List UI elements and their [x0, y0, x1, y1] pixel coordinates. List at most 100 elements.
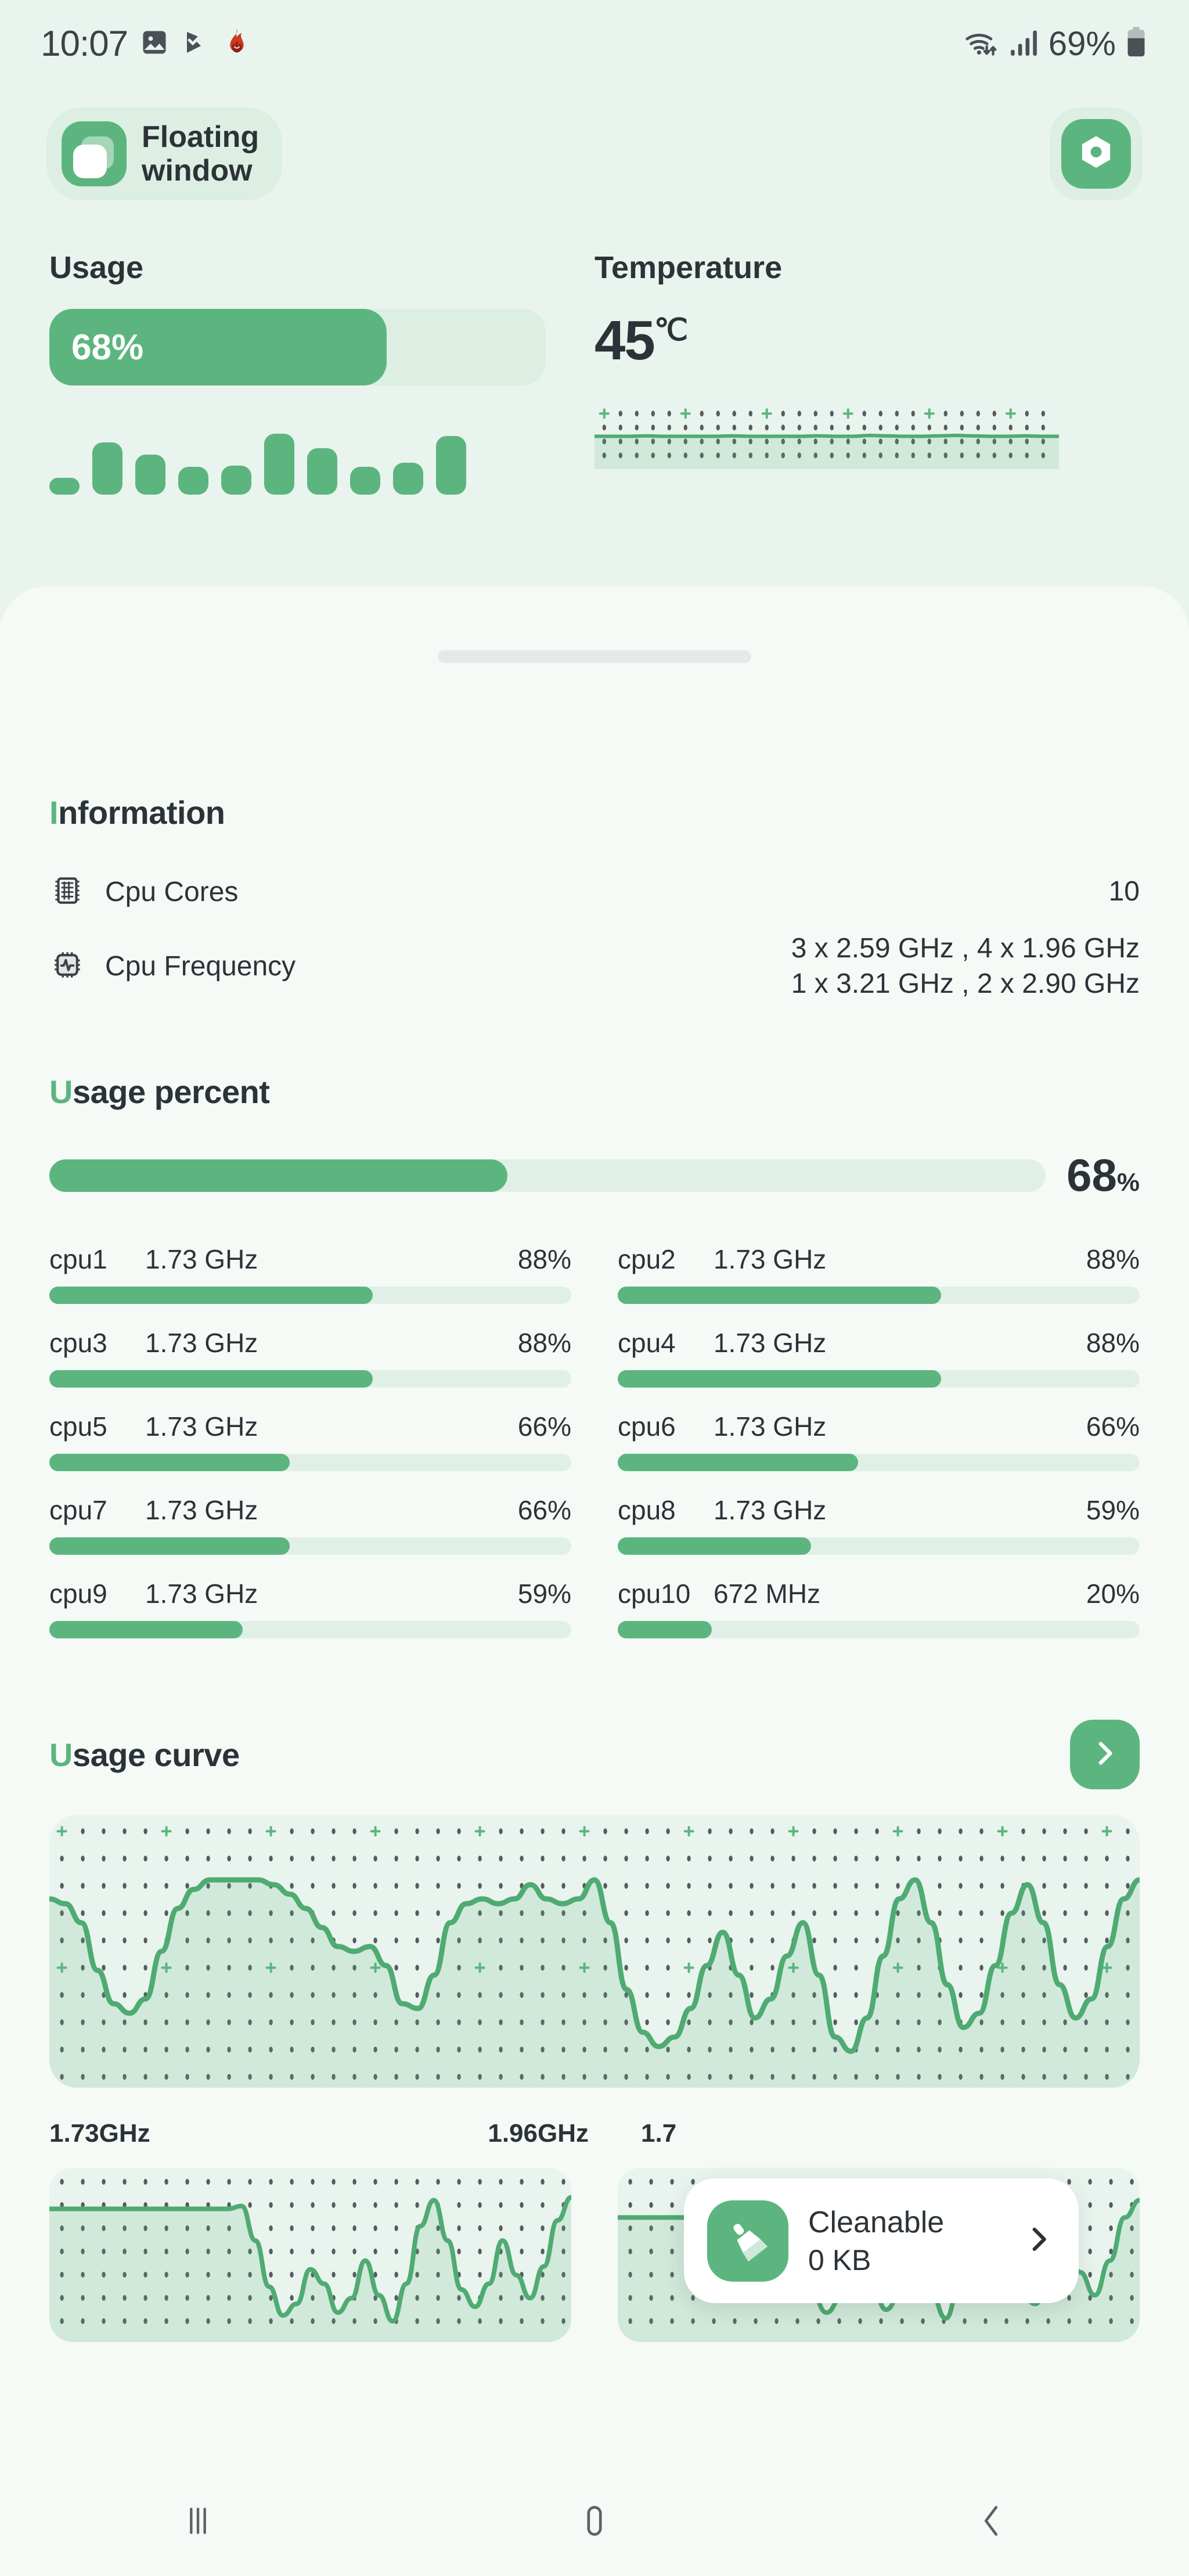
- usage-curve-mini-left: [49, 2168, 571, 2342]
- cpu-core-frequency: 1.73 GHz: [714, 1244, 827, 1274]
- status-time: 10:07: [41, 23, 128, 64]
- cpu-core-track: [618, 1621, 1140, 1638]
- cpu-core-fill: [49, 1621, 243, 1638]
- usage-curve-header: Usage curve: [49, 1720, 1140, 1789]
- cpu-core-frequency: 1.73 GHz: [145, 1411, 258, 1442]
- cpu-core-track: [618, 1454, 1140, 1471]
- top-summary-cards: Usage 68% Temperature 45℃: [0, 250, 1189, 575]
- cpu-core-row: cpu9 1.73 GHz 59%: [49, 1568, 571, 1651]
- android-navigation-bar: [0, 2466, 1189, 2576]
- temperature-mini-chart: [594, 405, 1059, 469]
- status-bar-right: 69%: [963, 24, 1148, 63]
- cpu-core-fill: [49, 1454, 290, 1471]
- usage-percent-total-row: 68%: [49, 1149, 1140, 1202]
- usage-progress-fill: 68%: [49, 309, 387, 386]
- cpu-core-track: [49, 1454, 571, 1471]
- mini-label-1: 1.96GHz: [488, 2119, 589, 2148]
- usage-curve-next-button[interactable]: [1070, 1720, 1140, 1789]
- cpu-core-name: cpu5: [49, 1411, 107, 1442]
- temperature-card: Temperature 45℃: [594, 250, 1140, 575]
- usage-minibar: [393, 463, 423, 495]
- broom-icon: [707, 2200, 788, 2282]
- cpu-core-name: cpu8: [618, 1495, 676, 1525]
- cpu-core-name: cpu3: [49, 1328, 107, 1358]
- cpu-core-percent: 66%: [517, 1495, 571, 1525]
- checkmark-flag-icon: [181, 27, 209, 60]
- cpu-core-fill: [618, 1537, 811, 1555]
- chevron-right-icon: [1022, 2222, 1055, 2259]
- cpu-core-frequency: 672 MHz: [714, 1579, 821, 1609]
- sheet-drag-handle[interactable]: [438, 650, 751, 663]
- temperature-value: 45℃: [594, 309, 1140, 373]
- cpu-core-name: cpu7: [49, 1495, 107, 1525]
- cpu-core-percent: 88%: [517, 1328, 571, 1358]
- cpu-chip-icon: [49, 873, 85, 911]
- info-label-cpu-cores: Cpu Cores: [105, 876, 239, 907]
- usage-minibars: [49, 425, 594, 495]
- usage-minibar: [49, 477, 80, 495]
- information-title: Information: [49, 794, 225, 831]
- temperature-number: 45: [594, 309, 655, 372]
- cpu-core-row: cpu5 1.73 GHz 66%: [49, 1400, 571, 1484]
- cpu-core-fill: [49, 1287, 373, 1304]
- cpu-core-track: [49, 1537, 571, 1555]
- cpu-core-name: cpu10: [618, 1579, 691, 1609]
- cpu-core-percent: 59%: [517, 1579, 571, 1609]
- cpu-core-percent: 88%: [1086, 1244, 1140, 1274]
- status-bar: 10:07 69%: [0, 0, 1189, 87]
- cleanable-card[interactable]: Cleanable 0 KB: [684, 2178, 1079, 2303]
- cpu-core-row: cpu6 1.73 GHz 66%: [618, 1400, 1140, 1484]
- info-value-cpu-cores: 10: [1108, 876, 1140, 907]
- cpu-core-name: cpu1: [49, 1244, 107, 1274]
- usage-curve-chart: [49, 1815, 1140, 2088]
- battery-percent-label: 69%: [1048, 24, 1116, 63]
- cpu-core-track: [49, 1370, 571, 1388]
- usage-percent-section: Usage percent 68% cpu1 1.73 GHz 88% cpu2 1.7…: [49, 1073, 1140, 1651]
- info-row-cpu-frequency: Cpu Frequency 3 x 2.59 GHz , 4 x 1.96 GH…: [49, 929, 1140, 1003]
- status-bar-left: 10:07: [41, 23, 253, 64]
- usage-minibar: [135, 454, 165, 495]
- usage-progress-track: 68%: [49, 309, 546, 386]
- cpu-core-frequency: 1.73 GHz: [714, 1328, 827, 1358]
- wifi-icon: [963, 26, 1000, 62]
- mini-chart-labels: 1.73GHz 1.96GHz 1.7: [49, 2119, 1140, 2148]
- cpu-core-row: cpu2 1.73 GHz 88%: [618, 1233, 1140, 1317]
- usage-minibar: [307, 448, 337, 495]
- cpu-core-fill: [618, 1370, 942, 1388]
- cpu-core-track: [618, 1370, 1140, 1388]
- image-icon: [139, 27, 170, 60]
- signal-icon: [1008, 26, 1040, 62]
- info-value-cpu-frequency: 3 x 2.59 GHz , 4 x 1.96 GHz 1 x 3.21 GHz …: [791, 932, 1140, 999]
- cpu-core-row: cpu4 1.73 GHz 88%: [618, 1317, 1140, 1400]
- temperature-unit: ℃: [654, 314, 688, 347]
- cpu-core-grid: cpu1 1.73 GHz 88% cpu2 1.73 GHz 88% cpu3 1.73 G…: [49, 1233, 1140, 1651]
- cpu-core-row: cpu8 1.73 GHz 59%: [618, 1484, 1140, 1568]
- cleanable-title: Cleanable: [808, 2205, 945, 2239]
- usage-card-title: Usage: [49, 250, 144, 285]
- cpu-core-track: [49, 1621, 571, 1638]
- temperature-card-title: Temperature: [594, 250, 783, 285]
- recents-icon[interactable]: [154, 2489, 242, 2553]
- usage-minibar: [92, 442, 122, 495]
- cpu-core-fill: [49, 1537, 290, 1555]
- cpu-core-row: cpu1 1.73 GHz 88%: [49, 1233, 571, 1317]
- cpu-core-percent: 88%: [1086, 1328, 1140, 1358]
- usage-percent-total-unit: %: [1116, 1168, 1140, 1197]
- hexagon-settings-icon: [1061, 119, 1131, 189]
- home-icon[interactable]: [551, 2489, 638, 2553]
- usage-minibar: [178, 466, 208, 495]
- back-icon[interactable]: [947, 2489, 1035, 2553]
- cpu-core-fill: [618, 1621, 712, 1638]
- cpu-core-track: [618, 1287, 1140, 1304]
- cpu-core-frequency: 1.73 GHz: [145, 1244, 258, 1274]
- info-row-cpu-cores: Cpu Cores 10: [49, 855, 1140, 929]
- usage-minibar: [350, 466, 380, 495]
- settings-button[interactable]: [1050, 107, 1143, 200]
- cpu-core-percent: 66%: [1086, 1411, 1140, 1442]
- cpu-core-row: cpu10 672 MHz 20%: [618, 1568, 1140, 1651]
- usage-value-label: 68%: [71, 327, 144, 368]
- usage-percent-total-label: 68%: [1067, 1149, 1140, 1202]
- floating-window-button[interactable]: Floating window: [46, 107, 283, 201]
- usage-percent-total-number: 68: [1067, 1150, 1117, 1201]
- mini-label-2: 1.7: [641, 2119, 677, 2148]
